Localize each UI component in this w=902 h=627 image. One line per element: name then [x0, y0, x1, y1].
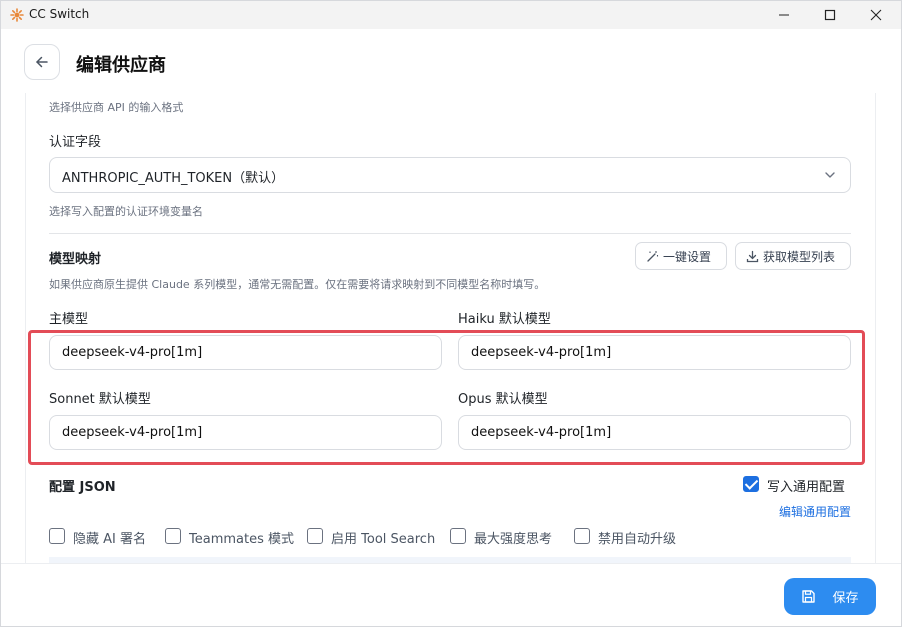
hide-ai-signature-checkbox[interactable] — [49, 528, 65, 544]
close-button[interactable] — [853, 1, 899, 29]
content-edge — [25, 93, 26, 563]
haiku-model-label: Haiku 默认模型 — [458, 312, 551, 327]
save-icon — [802, 590, 816, 603]
maximize-icon — [824, 9, 836, 21]
teammates-mode-label: Teammates 模式 — [189, 532, 294, 547]
form-content[interactable]: 选择供应商 API 的输入格式 认证字段 ANTHROPIC_AUTH_TOKE… — [1, 93, 901, 563]
auth-field-label: 认证字段 — [49, 135, 102, 150]
model-mapping-title: 模型映射 — [49, 252, 102, 267]
model-mapping-hint: 如果供应商原生提供 Claude 系列模型，通常无需配置。仅在需要将请求映射到不… — [49, 278, 546, 291]
opus-model-label: Opus 默认模型 — [458, 392, 548, 407]
arrow-left-icon — [36, 56, 48, 68]
fetch-models-label: 获取模型列表 — [763, 249, 836, 264]
api-format-hint: 选择供应商 API 的输入格式 — [49, 101, 184, 114]
auth-field-hint: 选择写入配置的认证环境变量名 — [49, 205, 203, 218]
maximize-button[interactable] — [807, 1, 853, 29]
main-model-label: 主模型 — [49, 312, 89, 327]
teammates-mode-checkbox[interactable] — [165, 528, 181, 544]
sonnet-model-label: Sonnet 默认模型 — [49, 392, 151, 407]
save-label: 保存 — [832, 591, 859, 606]
close-icon — [870, 9, 882, 21]
max-thinking-label: 最大强度思考 — [474, 532, 553, 547]
write-common-checkbox[interactable] — [743, 476, 759, 492]
app-logo-icon — [10, 8, 24, 22]
haiku-model-input[interactable]: deepseek-v4-pro[1m] — [458, 335, 851, 370]
edit-common-link[interactable]: 编辑通用配置 — [779, 503, 851, 520]
magic-wand-icon — [647, 250, 659, 262]
fetch-models-button[interactable]: 获取模型列表 — [735, 242, 851, 270]
chevron-down-icon — [825, 172, 835, 178]
content-edge — [875, 93, 876, 563]
max-thinking-checkbox[interactable] — [450, 528, 466, 544]
minimize-icon — [779, 14, 789, 16]
disable-auto-update-checkbox[interactable] — [574, 528, 590, 544]
tool-search-label: 启用 Tool Search — [331, 532, 436, 547]
hide-ai-signature-label: 隐藏 AI 署名 — [73, 532, 146, 547]
config-json-title: 配置 JSON — [49, 480, 116, 495]
section-divider — [49, 233, 851, 234]
footer-bar: 保存 — [1, 563, 901, 626]
minimize-button[interactable] — [761, 1, 807, 29]
download-icon — [746, 250, 759, 262]
title-bar: CC Switch — [1, 1, 901, 29]
quick-setup-button[interactable]: 一键设置 — [635, 242, 727, 270]
back-button[interactable] — [24, 44, 60, 80]
main-model-input[interactable]: deepseek-v4-pro[1m] — [49, 335, 442, 370]
write-common-label: 写入通用配置 — [767, 480, 846, 495]
tool-search-checkbox[interactable] — [307, 528, 323, 544]
auth-field-value: ANTHROPIC_AUTH_TOKEN（默认） — [62, 171, 285, 186]
sonnet-model-input[interactable]: deepseek-v4-pro[1m] — [49, 415, 442, 450]
save-button[interactable]: 保存 — [784, 578, 876, 615]
page-title: 编辑供应商 — [76, 55, 166, 76]
window-title: CC Switch — [29, 7, 90, 21]
page-header: 编辑供应商 — [1, 29, 901, 93]
opus-model-input[interactable]: deepseek-v4-pro[1m] — [458, 415, 851, 450]
disable-auto-update-label: 禁用自动升级 — [598, 532, 677, 547]
quick-setup-label: 一键设置 — [663, 249, 712, 264]
auth-field-select[interactable]: ANTHROPIC_AUTH_TOKEN（默认） — [49, 157, 851, 193]
